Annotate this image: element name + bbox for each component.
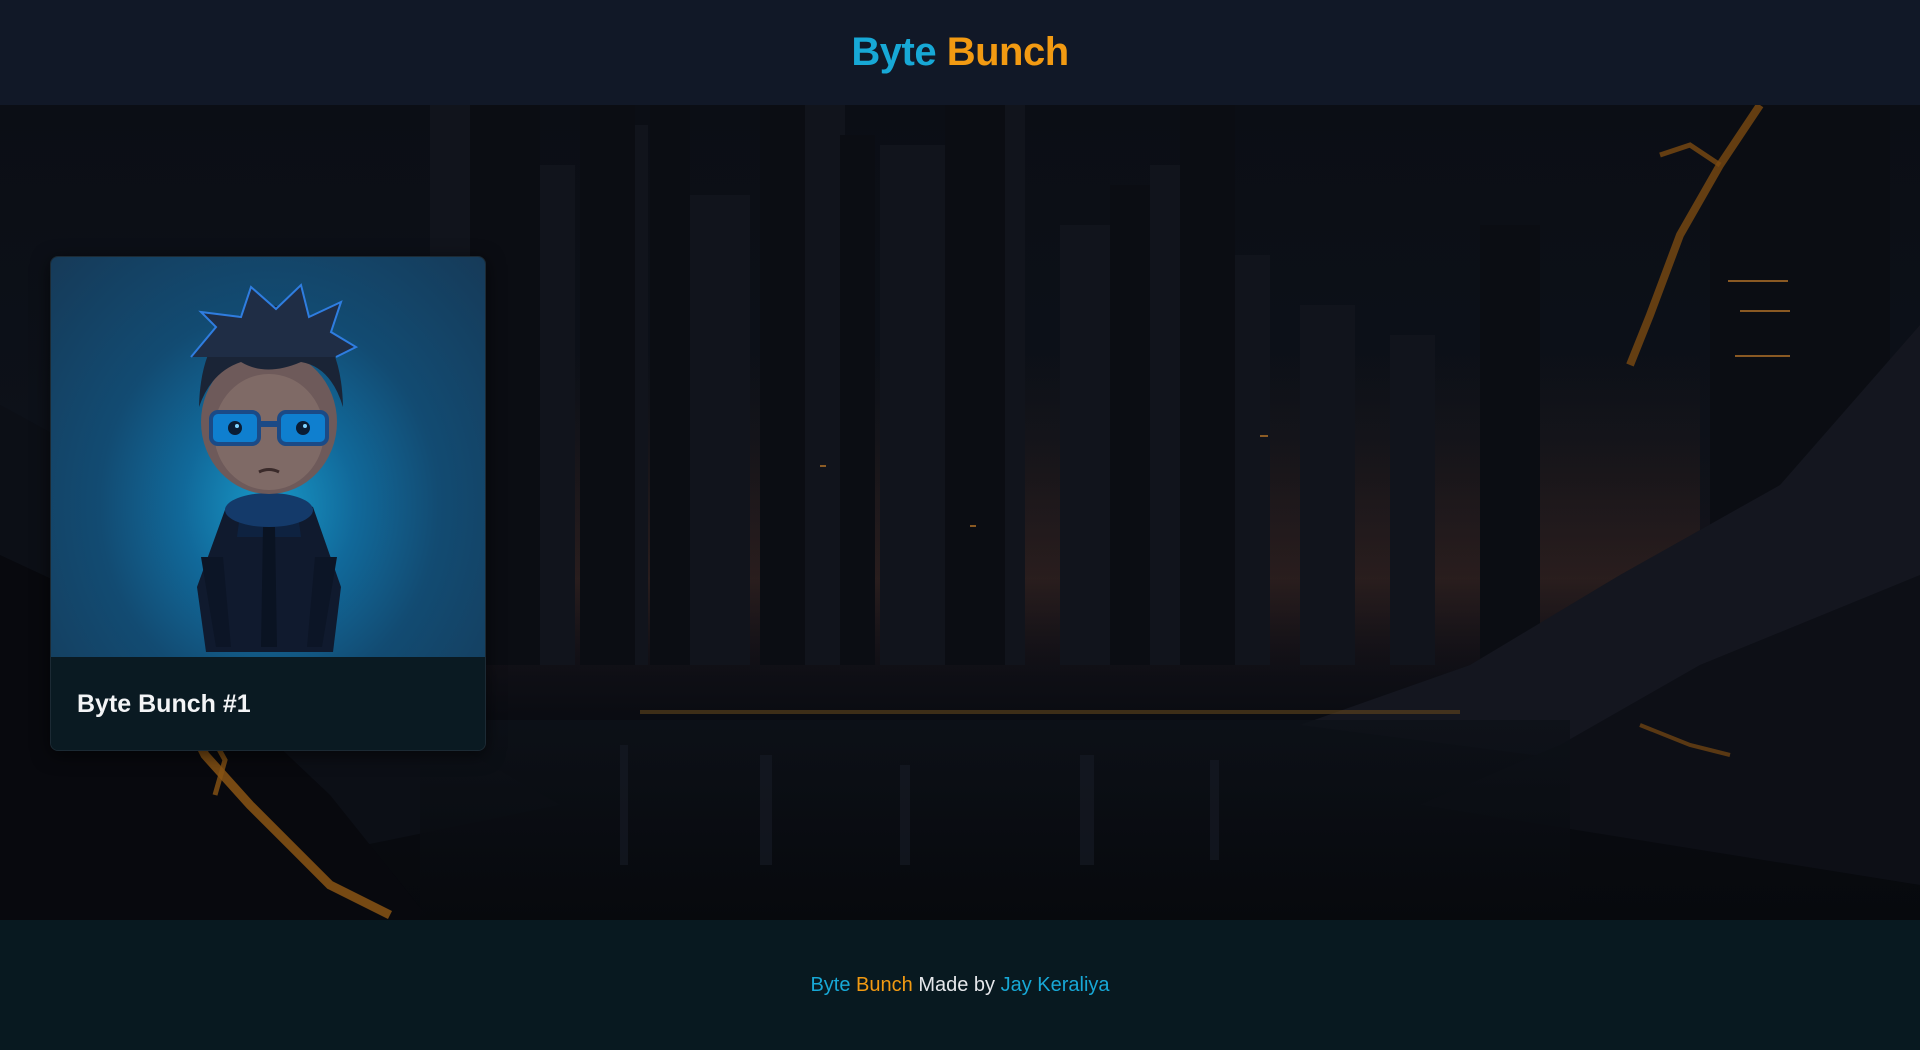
footer-made-by: Made by bbox=[918, 973, 996, 996]
nft-card[interactable]: Byte Bunch #1 bbox=[50, 256, 486, 751]
nft-card-footer: Byte Bunch #1 bbox=[51, 657, 485, 750]
site-logo[interactable]: Byte Bunch bbox=[851, 30, 1069, 75]
nft-card-image bbox=[51, 257, 485, 657]
brand-bunch: Bunch bbox=[946, 30, 1069, 74]
site-header: Byte Bunch bbox=[0, 0, 1920, 105]
brand-byte: Byte bbox=[851, 30, 937, 74]
footer-credit: Byte Bunch Made by Jay Keraliya bbox=[810, 974, 1109, 997]
hero-background: Byte Bunch #1 bbox=[0, 105, 1920, 920]
nft-character-icon bbox=[190, 283, 359, 652]
page: Byte Bunch Byte Bunch #1 Byte Bunch Made… bbox=[0, 0, 1920, 1050]
footer-brand-byte: Byte bbox=[810, 973, 851, 996]
footer-brand-bunch: Bunch bbox=[856, 973, 913, 996]
nft-card-title: Byte Bunch #1 bbox=[77, 690, 251, 718]
footer-author-link[interactable]: Jay Keraliya bbox=[1001, 974, 1110, 996]
site-footer: Byte Bunch Made by Jay Keraliya bbox=[0, 920, 1920, 1050]
